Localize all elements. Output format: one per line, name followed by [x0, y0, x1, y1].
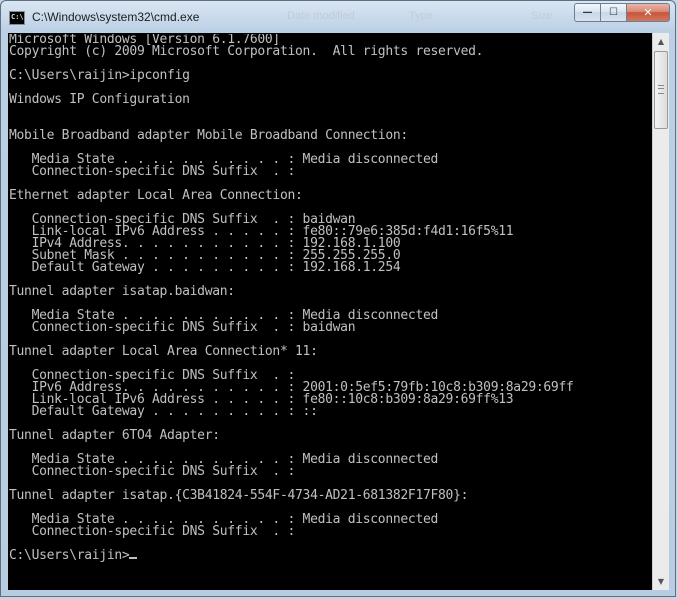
console-line: Connection-specific DNS Suffix . : — [9, 464, 296, 479]
scroll-down-icon: ▼ — [657, 577, 665, 586]
window-controls: — ☐ ✕ — [574, 3, 670, 22]
cmd-app-icon-label: C:\ — [11, 13, 24, 21]
minimize-button[interactable]: — — [574, 3, 600, 22]
close-icon: ✕ — [643, 6, 653, 19]
background-hint-type: Type — [409, 10, 433, 22]
scroll-up-button[interactable]: ▲ — [653, 33, 669, 50]
console-line: Connection-specific DNS Suffix . : baidw… — [9, 320, 356, 335]
console-area[interactable]: Microsoft Windows [Version 6.1.7600] Copy… — [8, 33, 669, 590]
maximize-icon: ☐ — [609, 7, 618, 18]
console-output[interactable]: Microsoft Windows [Version 6.1.7600] Copy… — [9, 34, 649, 589]
console-line: Default Gateway . . . . . . . . . : :: — [9, 404, 318, 419]
console-line: Tunnel adapter isatap.baidwan: — [9, 284, 235, 299]
scrollbar-grip-icon — [658, 85, 664, 94]
text-cursor — [129, 557, 138, 559]
console-line: C:\Users\raijin>ipconfig — [9, 68, 190, 83]
console-line: Connection-specific DNS Suffix . : — [9, 524, 296, 539]
cmd-app-icon[interactable]: C:\ — [9, 11, 25, 25]
console-prompt: C:\Users\raijin> — [9, 548, 130, 563]
console-line: Windows IP Configuration — [9, 92, 190, 107]
vertical-scrollbar[interactable]: ▲ ▼ — [652, 33, 669, 590]
console-line: Tunnel adapter isatap.{C3B41824-554F-473… — [9, 488, 469, 503]
console-line: Ethernet adapter Local Area Connection: — [9, 188, 303, 203]
close-button[interactable]: ✕ — [626, 3, 670, 22]
maximize-button[interactable]: ☐ — [600, 3, 626, 22]
console-line: Default Gateway . . . . . . . . . : 192.… — [9, 260, 401, 275]
scroll-up-icon: ▲ — [657, 37, 665, 46]
console-line: Connection-specific DNS Suffix . : — [9, 164, 296, 179]
console-line: Copyright (c) 2009 Microsoft Corporation… — [9, 44, 484, 59]
scroll-down-button[interactable]: ▼ — [653, 573, 669, 590]
title-bar[interactable]: C:\ C:\Windows\system32\cmd.exe Date mod… — [1, 1, 675, 33]
minimize-icon: — — [582, 7, 593, 18]
background-hint-size: Size — [531, 10, 553, 22]
console-line: Tunnel adapter 6TO4 Adapter: — [9, 428, 220, 443]
scrollbar-thumb[interactable] — [654, 51, 668, 129]
cmd-window: C:\ C:\Windows\system32\cmd.exe Date mod… — [0, 0, 676, 597]
window-title: C:\Windows\system32\cmd.exe — [32, 10, 200, 24]
console-prompt-line: C:\Users\raijin> — [9, 548, 649, 563]
console-line: Mobile Broadband adapter Mobile Broadban… — [9, 128, 408, 143]
console-line: Tunnel adapter Local Area Connection* 11… — [9, 344, 318, 359]
background-hint-date-modified: Date modified — [287, 10, 355, 22]
